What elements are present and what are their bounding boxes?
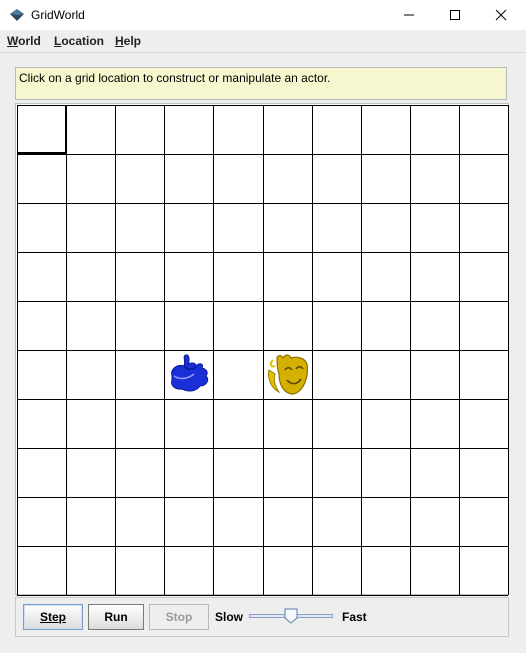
grid-line-horizontal (17, 105, 508, 106)
slow-label: Slow (215, 610, 244, 624)
run-button[interactable]: Run (88, 604, 144, 630)
menu-help-rest: elp (123, 34, 142, 48)
menu-help-mnemonic: H (115, 34, 124, 48)
grid-line-horizontal (17, 399, 508, 400)
grid-line-horizontal (17, 448, 508, 449)
fast-label: Fast (342, 610, 367, 624)
menu-location-rest: ocation (61, 34, 105, 48)
selected-cell-highlight (17, 105, 67, 154)
stop-button: Stop (149, 604, 209, 630)
grid-line-horizontal (17, 301, 508, 302)
gridworld-diamond-icon (10, 9, 24, 21)
speed-slider-thumb-icon[interactable] (284, 608, 298, 624)
menu-world-mnemonic: W (7, 34, 19, 48)
world-grid[interactable] (17, 105, 509, 596)
gridworld-window: GridWorld World Location Help Click on a… (0, 0, 526, 653)
grid-line-horizontal (17, 350, 508, 351)
grid-line-vertical (508, 105, 509, 595)
title-bar[interactable]: GridWorld (0, 0, 526, 30)
blue-blob-icon[interactable] (166, 352, 212, 396)
menu-help[interactable]: Help (115, 34, 141, 48)
window-title: GridWorld (31, 8, 85, 22)
grid-line-horizontal (17, 546, 508, 547)
minimize-icon (404, 14, 414, 16)
step-button-label: Step (39, 610, 66, 624)
grid-line-horizontal (17, 497, 508, 498)
close-button[interactable] (478, 0, 524, 30)
minimize-button[interactable] (386, 0, 432, 30)
grid-line-horizontal (17, 252, 508, 253)
close-icon (495, 9, 507, 21)
grid-line-horizontal (17, 595, 508, 596)
gold-mask-icon[interactable] (265, 352, 311, 396)
stop-button-label: Stop (165, 610, 193, 624)
grid-line-horizontal (17, 203, 508, 204)
run-button-label: Run (104, 610, 128, 624)
menu-world-rest: orld (18, 34, 41, 48)
maximize-icon (450, 10, 460, 20)
menu-bar: World Location Help (0, 30, 526, 53)
step-button[interactable]: Step (23, 604, 83, 630)
message-text: Click on a grid location to construct or… (19, 71, 331, 85)
message-area: Click on a grid location to construct or… (15, 67, 507, 100)
menu-world[interactable]: World (7, 34, 41, 48)
maximize-button[interactable] (432, 0, 478, 30)
grid-line-horizontal (17, 154, 508, 155)
menu-location[interactable]: Location (54, 34, 104, 48)
